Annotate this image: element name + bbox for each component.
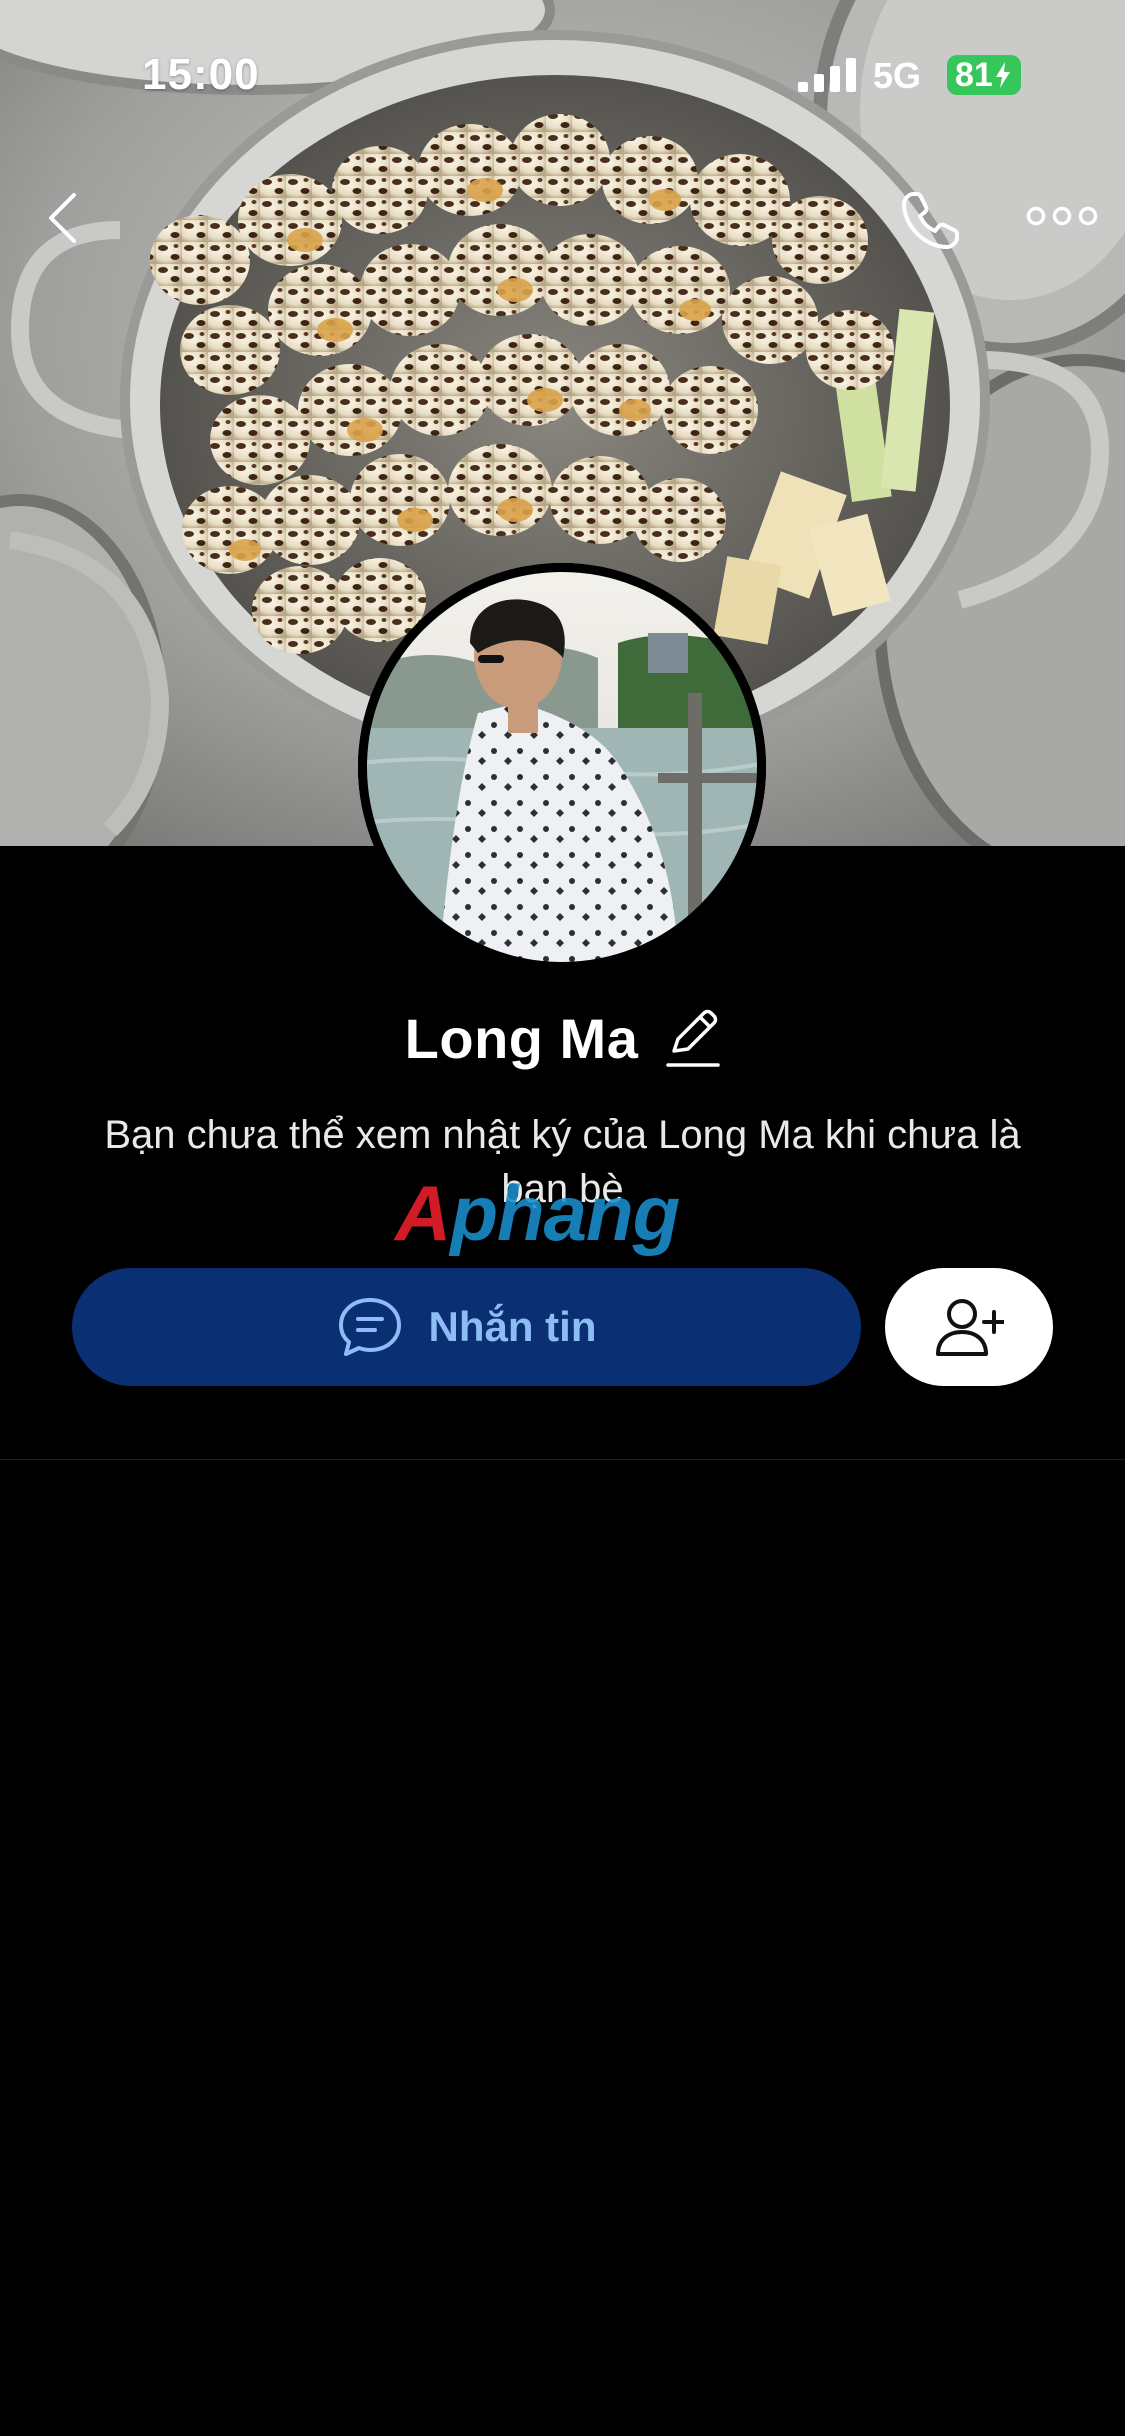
status-bar: 15:00 5G 81 — [0, 0, 1125, 150]
add-friend-button[interactable] — [885, 1268, 1053, 1386]
add-user-icon — [936, 1299, 1004, 1356]
more-options-button[interactable] — [1022, 196, 1102, 236]
status-time: 15:00 — [142, 50, 260, 99]
timeline-area — [0, 1460, 1125, 2436]
message-button[interactable]: Nhắn tin — [72, 1268, 861, 1386]
watermark-letter: A — [395, 1169, 451, 1257]
chat-bubble-icon — [338, 1298, 401, 1356]
back-button[interactable] — [38, 186, 86, 250]
avatar-image — [358, 563, 766, 971]
profile-name: Long Ma — [404, 1006, 639, 1070]
watermark-text: phang — [450, 1169, 680, 1257]
watermark: Aphang — [395, 1168, 735, 1258]
battery-indicator: 81 — [947, 55, 1021, 95]
pencil-icon[interactable] — [664, 1007, 721, 1069]
avatar[interactable] — [358, 563, 766, 971]
profile-name-row: Long Ma — [0, 998, 1125, 1078]
call-button[interactable] — [895, 186, 965, 256]
phone-icon — [902, 192, 959, 249]
ellipsis-icon — [1026, 206, 1098, 226]
network-label: 5G — [873, 55, 922, 96]
message-button-label: Nhắn tin — [428, 1303, 597, 1350]
charging-bolt-icon — [995, 62, 1010, 88]
chevron-left-icon — [49, 193, 76, 243]
battery-level: 81 — [955, 56, 993, 94]
signal-icon — [798, 58, 856, 92]
